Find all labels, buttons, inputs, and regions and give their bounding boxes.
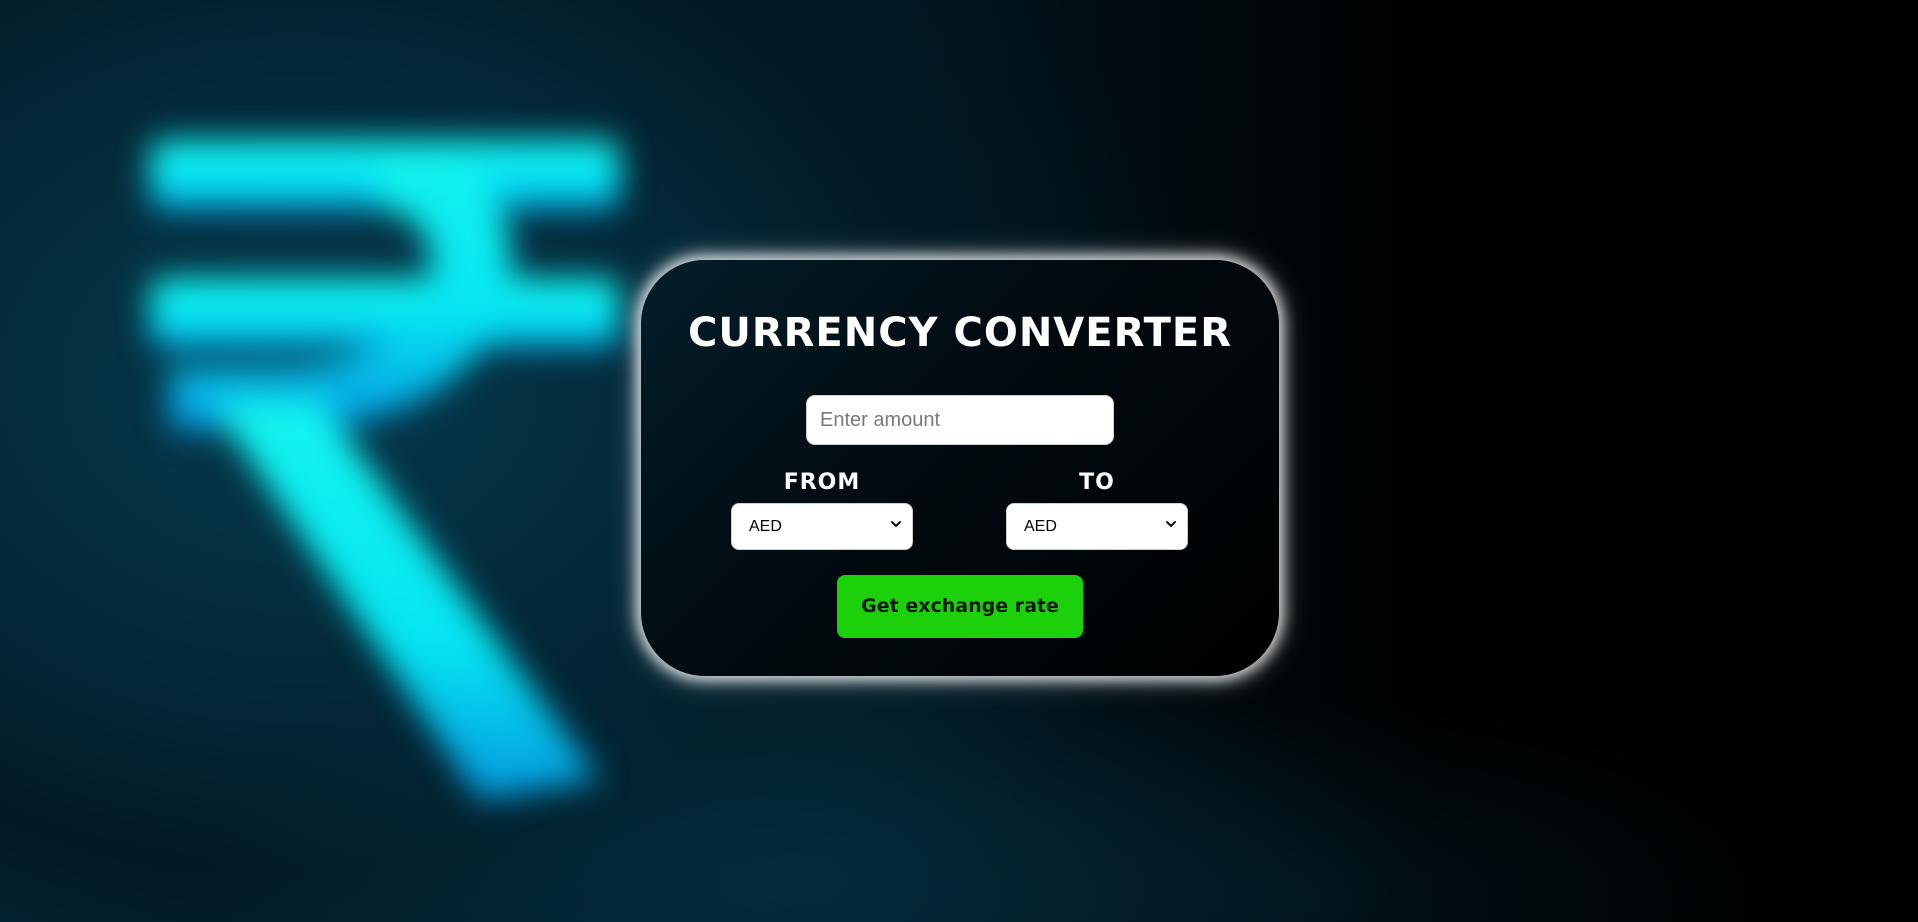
to-currency-value: AED xyxy=(1024,518,1057,535)
converter-card: CURRENCY CONVERTER FROM TO AED AED Get e… xyxy=(641,260,1279,676)
chevron-down-icon xyxy=(1166,521,1176,527)
chevron-down-icon xyxy=(891,521,901,527)
from-currency-value: AED xyxy=(749,518,782,535)
amount-input[interactable] xyxy=(806,395,1114,445)
to-currency-select[interactable]: AED xyxy=(1006,503,1188,550)
get-exchange-rate-button[interactable]: Get exchange rate xyxy=(837,575,1083,638)
from-currency-select[interactable]: AED xyxy=(731,503,913,550)
to-label: TO xyxy=(1079,470,1115,495)
page-title: CURRENCY CONVERTER xyxy=(687,310,1232,356)
from-label: FROM xyxy=(783,470,861,495)
rupee-icon xyxy=(150,140,620,800)
